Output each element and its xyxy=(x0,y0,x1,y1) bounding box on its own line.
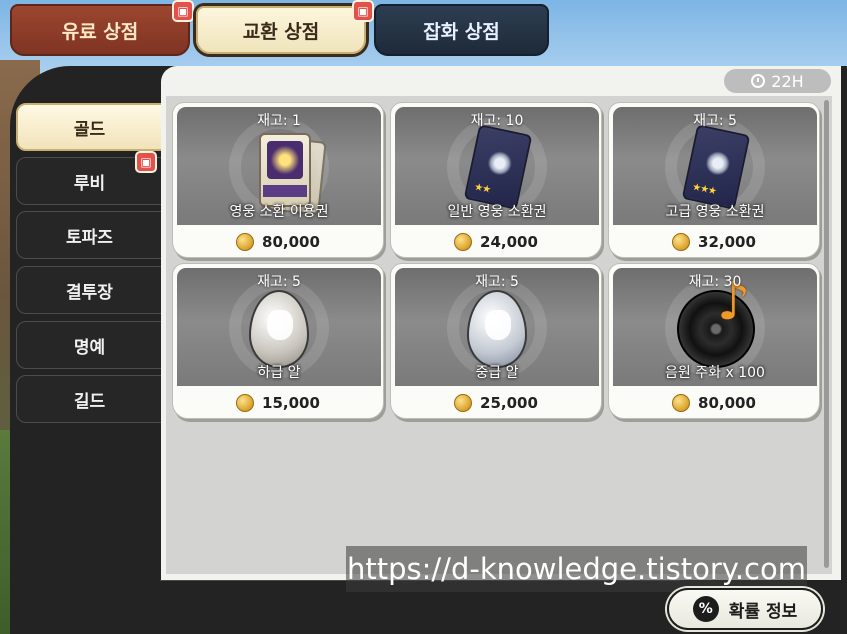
price-row: 25,000 xyxy=(391,392,601,414)
item-name: 일반 영웅 소환권 xyxy=(447,204,547,220)
item-price: 25,000 xyxy=(480,394,538,412)
gold-coin-icon xyxy=(236,233,255,251)
tab-exchange-shop[interactable]: 교환 상점 xyxy=(196,6,366,54)
scrollbar[interactable] xyxy=(824,100,829,568)
percent-icon: % xyxy=(692,596,719,622)
item-stock: 재고: 10 xyxy=(470,113,524,129)
shop-item-card[interactable]: 재고: 1 영웅 소환 이용권 80,000 xyxy=(172,102,384,258)
sidebar-item-honor[interactable]: 명예 xyxy=(16,321,163,369)
gift-icon: ▣ xyxy=(352,0,374,22)
price-row: 15,000 xyxy=(173,392,383,414)
stopwatch-icon xyxy=(751,74,766,88)
item-stock: 재고: 5 xyxy=(475,274,519,290)
item-stock: 재고: 1 xyxy=(257,113,301,129)
item-stock: 재고: 5 xyxy=(693,113,737,129)
price-row: 80,000 xyxy=(609,392,819,414)
item-name: 중급 알 xyxy=(475,365,519,381)
gift-icon: ▣ xyxy=(172,0,194,22)
watermark: https://d-knowledge.tistory.com xyxy=(346,546,807,592)
sidebar-item-label: 골드 xyxy=(73,119,106,140)
item-image-area: 재고: 5 하급 알 xyxy=(177,268,381,386)
tab-label: 교환 상점 xyxy=(242,20,320,43)
sidebar-item-arena[interactable]: 결투장 xyxy=(16,266,163,314)
tab-label: 유료 상점 xyxy=(61,20,139,43)
sidebar-item-label: 루비 xyxy=(73,173,106,194)
timer-label: 22H xyxy=(771,71,804,91)
price-row: 32,000 xyxy=(609,231,819,253)
price-row: 24,000 xyxy=(391,231,601,253)
item-price: 15,000 xyxy=(262,394,320,412)
sidebar-item-label: 토파즈 xyxy=(66,227,113,248)
tab-label: 잡화 상점 xyxy=(423,20,500,43)
shop-item-card[interactable]: ♪ 재고: 30 음원 주화 x 100 80,000 xyxy=(608,263,820,419)
tab-misc-shop[interactable]: 잡화 상점 xyxy=(374,4,549,56)
item-name: 고급 영웅 소환권 xyxy=(665,204,765,220)
shop-item-card[interactable]: ★★ 재고: 10 일반 영웅 소환권 24,000 xyxy=(390,102,602,258)
probability-info-label: 확률 정보 xyxy=(728,601,798,622)
item-price: 80,000 xyxy=(698,394,756,412)
item-price: 80,000 xyxy=(262,233,320,251)
item-image-area: 재고: 1 영웅 소환 이용권 xyxy=(177,107,381,225)
sidebar-item-label: 명예 xyxy=(73,337,106,358)
probability-info-button[interactable]: % 확률 정보 xyxy=(667,588,823,630)
sidebar-item-guild[interactable]: 길드 xyxy=(16,375,163,423)
item-image-area: ★★ 재고: 10 일반 영웅 소환권 xyxy=(395,107,599,225)
sidebar-item-topaz[interactable]: 토파즈 xyxy=(16,211,163,259)
item-image-area: ★★★ 재고: 5 고급 영웅 소환권 xyxy=(613,107,817,225)
sidebar-item-label: 길드 xyxy=(73,391,106,412)
item-stock: 재고: 30 xyxy=(688,274,742,290)
gold-coin-icon xyxy=(454,394,473,412)
gold-coin-icon xyxy=(672,394,691,412)
shop-item-card[interactable]: 재고: 5 하급 알 15,000 xyxy=(172,263,384,419)
item-stock: 재고: 5 xyxy=(257,274,301,290)
sidebar-item-gold[interactable]: 골드 xyxy=(16,103,163,151)
refresh-timer: 22H xyxy=(724,69,831,93)
gold-coin-icon xyxy=(454,233,473,251)
gold-coin-icon xyxy=(672,233,691,251)
item-image-area: 재고: 5 중급 알 xyxy=(395,268,599,386)
shop-item-card[interactable]: 재고: 5 중급 알 25,000 xyxy=(390,263,602,419)
gift-icon: ▣ xyxy=(135,151,157,173)
sidebar-item-label: 결투장 xyxy=(66,282,113,303)
item-price: 32,000 xyxy=(698,233,756,251)
item-name: 음원 주화 x 100 xyxy=(665,365,765,381)
item-name: 하급 알 xyxy=(257,365,301,381)
gold-coin-icon xyxy=(236,394,255,412)
item-price: 24,000 xyxy=(480,233,538,251)
item-image-area: ♪ 재고: 30 음원 주화 x 100 xyxy=(613,268,817,386)
item-name: 영웅 소환 이용권 xyxy=(229,204,329,220)
shop-item-card[interactable]: ★★★ 재고: 5 고급 영웅 소환권 32,000 xyxy=(608,102,820,258)
tab-paid-shop[interactable]: 유료 상점 xyxy=(10,4,190,56)
price-row: 80,000 xyxy=(173,231,383,253)
